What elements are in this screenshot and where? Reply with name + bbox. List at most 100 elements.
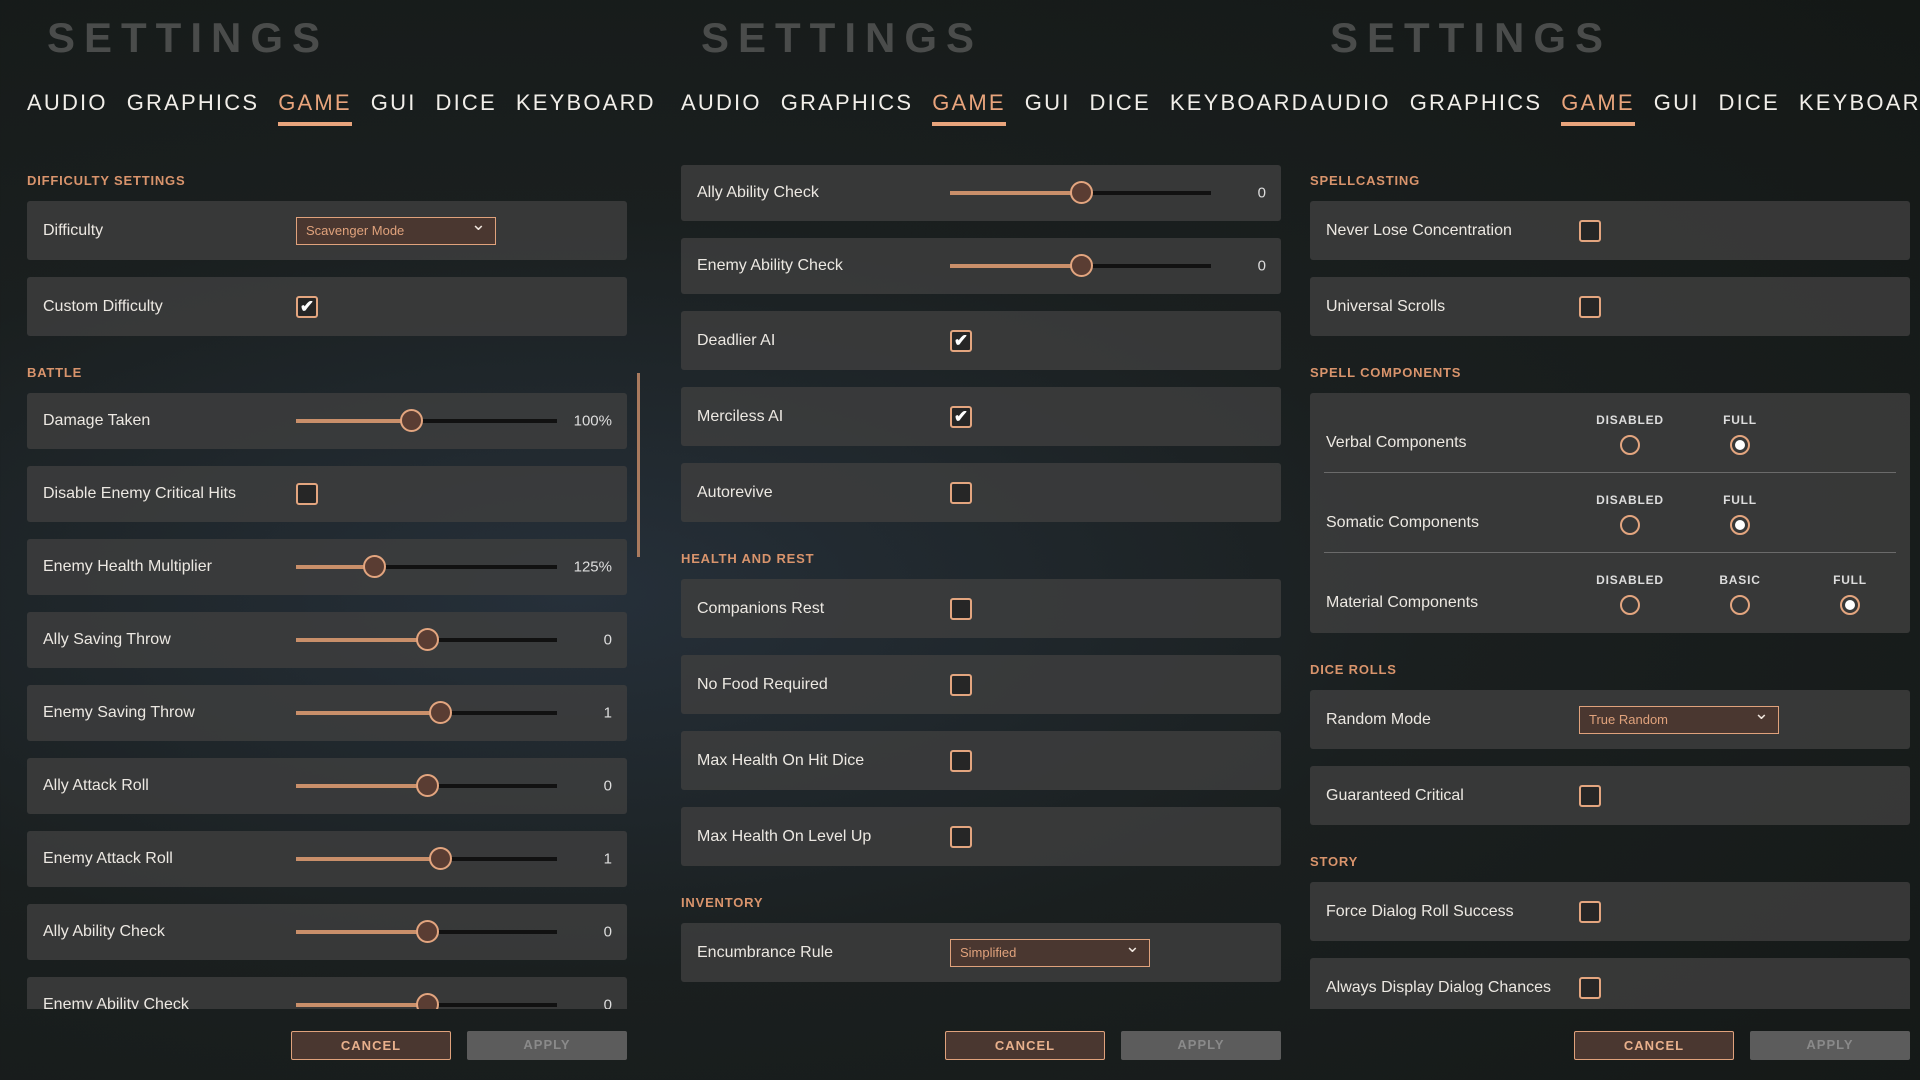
checkbox-control[interactable]: [950, 597, 972, 620]
slider-track[interactable]: [296, 409, 557, 432]
tab-audio[interactable]: AUDIO: [1310, 90, 1391, 126]
checkbox-control[interactable]: [296, 483, 318, 505]
radio-button[interactable]: [1730, 515, 1750, 535]
radio-option-disabled[interactable]: DISABLED: [1590, 413, 1670, 455]
slider-thumb[interactable]: [415, 628, 439, 651]
tab-gui[interactable]: GUI: [371, 90, 417, 126]
slider-thumb[interactable]: [415, 774, 439, 797]
dropdown-control[interactable]: Simplified ⌄: [950, 936, 1150, 967]
apply-button[interactable]: APPLY: [467, 1031, 627, 1060]
radio-option-full[interactable]: FULL: [1700, 493, 1780, 535]
slider-thumb[interactable]: [415, 920, 439, 943]
checkbox[interactable]: [1579, 900, 1601, 923]
slider-thumb[interactable]: [399, 409, 423, 432]
checkbox[interactable]: ✔: [950, 329, 972, 352]
dropdown[interactable]: True Random ⌄: [1579, 703, 1779, 734]
radio-option-full[interactable]: FULL: [1700, 413, 1780, 455]
radio-button[interactable]: [1840, 595, 1860, 615]
slider-track[interactable]: [296, 847, 557, 870]
slider-control[interactable]: [296, 409, 557, 432]
slider-track[interactable]: [950, 254, 1211, 277]
tab-graphics[interactable]: GRAPHICS: [781, 90, 914, 126]
checkbox-control[interactable]: [1579, 219, 1601, 242]
radio-button[interactable]: [1730, 595, 1750, 615]
checkbox-control[interactable]: [950, 825, 972, 848]
slider-track[interactable]: [296, 920, 557, 943]
tab-dice[interactable]: DICE: [436, 90, 497, 126]
tab-keyboard[interactable]: KEYBOARD: [1170, 90, 1310, 126]
dropdown[interactable]: Simplified ⌄: [950, 936, 1150, 967]
checkbox-control[interactable]: [1579, 295, 1601, 318]
dropdown-control[interactable]: Scavenger Mode ⌄: [296, 214, 496, 245]
slider-track[interactable]: [296, 555, 557, 578]
tab-game[interactable]: GAME: [278, 90, 352, 126]
slider-track[interactable]: [296, 628, 557, 651]
dropdown[interactable]: Scavenger Mode ⌄: [296, 214, 496, 245]
slider-control[interactable]: [950, 254, 1211, 277]
tab-gui[interactable]: GUI: [1025, 90, 1071, 126]
radio-option-disabled[interactable]: DISABLED: [1590, 573, 1670, 615]
checkbox[interactable]: [950, 673, 972, 696]
checkbox-control[interactable]: ✔: [296, 295, 318, 318]
slider-control[interactable]: [296, 920, 557, 943]
checkbox[interactable]: ✔: [950, 405, 972, 428]
slider-track[interactable]: [296, 993, 557, 1009]
slider-thumb[interactable]: [415, 993, 439, 1009]
checkbox-control[interactable]: [1579, 976, 1601, 999]
checkbox-control[interactable]: [950, 749, 972, 772]
checkbox[interactable]: [1579, 976, 1601, 999]
slider-control[interactable]: [296, 701, 557, 724]
slider-control[interactable]: [296, 847, 557, 870]
slider-control[interactable]: [296, 628, 557, 651]
checkbox-control[interactable]: ✔: [950, 405, 972, 428]
slider-thumb[interactable]: [1069, 254, 1093, 277]
tab-keyboard[interactable]: KEYBOARD: [516, 90, 656, 126]
checkbox[interactable]: [950, 825, 972, 848]
radio-button[interactable]: [1620, 595, 1640, 615]
slider-control[interactable]: [296, 555, 557, 578]
slider-control[interactable]: [296, 993, 557, 1009]
tab-keyboard[interactable]: KEYBOARD: [1799, 90, 1920, 126]
checkbox-control[interactable]: [950, 673, 972, 696]
tab-graphics[interactable]: GRAPHICS: [1410, 90, 1543, 126]
dropdown-control[interactable]: True Random ⌄: [1579, 703, 1779, 734]
tab-audio[interactable]: AUDIO: [27, 90, 108, 126]
slider-thumb[interactable]: [1069, 181, 1093, 204]
cancel-button[interactable]: CANCEL: [945, 1031, 1105, 1060]
apply-button[interactable]: APPLY: [1121, 1031, 1281, 1060]
checkbox[interactable]: [296, 483, 318, 505]
checkbox[interactable]: [1579, 295, 1601, 318]
scrollbar[interactable]: [637, 373, 640, 557]
slider-track[interactable]: [950, 181, 1211, 204]
slider-thumb[interactable]: [363, 555, 387, 578]
tab-gui[interactable]: GUI: [1654, 90, 1700, 126]
checkbox[interactable]: [1579, 784, 1601, 807]
slider-control[interactable]: [296, 774, 557, 797]
tab-dice[interactable]: DICE: [1719, 90, 1780, 126]
radio-option-full[interactable]: FULL: [1810, 573, 1890, 615]
slider-thumb[interactable]: [428, 847, 452, 870]
radio-button[interactable]: [1620, 435, 1640, 455]
tab-game[interactable]: GAME: [1561, 90, 1635, 126]
radio-option-disabled[interactable]: DISABLED: [1590, 493, 1670, 535]
checkbox[interactable]: ✔: [296, 295, 318, 318]
slider-thumb[interactable]: [428, 701, 452, 724]
tab-audio[interactable]: AUDIO: [681, 90, 762, 126]
slider-control[interactable]: [950, 181, 1211, 204]
checkbox[interactable]: [950, 597, 972, 620]
radio-button[interactable]: [1730, 435, 1750, 455]
apply-button[interactable]: APPLY: [1750, 1031, 1910, 1060]
checkbox[interactable]: [950, 749, 972, 772]
tab-graphics[interactable]: GRAPHICS: [127, 90, 260, 126]
checkbox-control[interactable]: ✔: [950, 329, 972, 352]
checkbox-control[interactable]: [1579, 900, 1601, 923]
cancel-button[interactable]: CANCEL: [1574, 1031, 1734, 1060]
checkbox[interactable]: [950, 481, 972, 504]
checkbox-control[interactable]: [1579, 784, 1601, 807]
slider-track[interactable]: [296, 701, 557, 724]
tab-dice[interactable]: DICE: [1090, 90, 1151, 126]
radio-option-basic[interactable]: BASIC: [1700, 573, 1780, 615]
slider-track[interactable]: [296, 774, 557, 797]
checkbox[interactable]: [1579, 219, 1601, 242]
checkbox-control[interactable]: [950, 481, 972, 504]
